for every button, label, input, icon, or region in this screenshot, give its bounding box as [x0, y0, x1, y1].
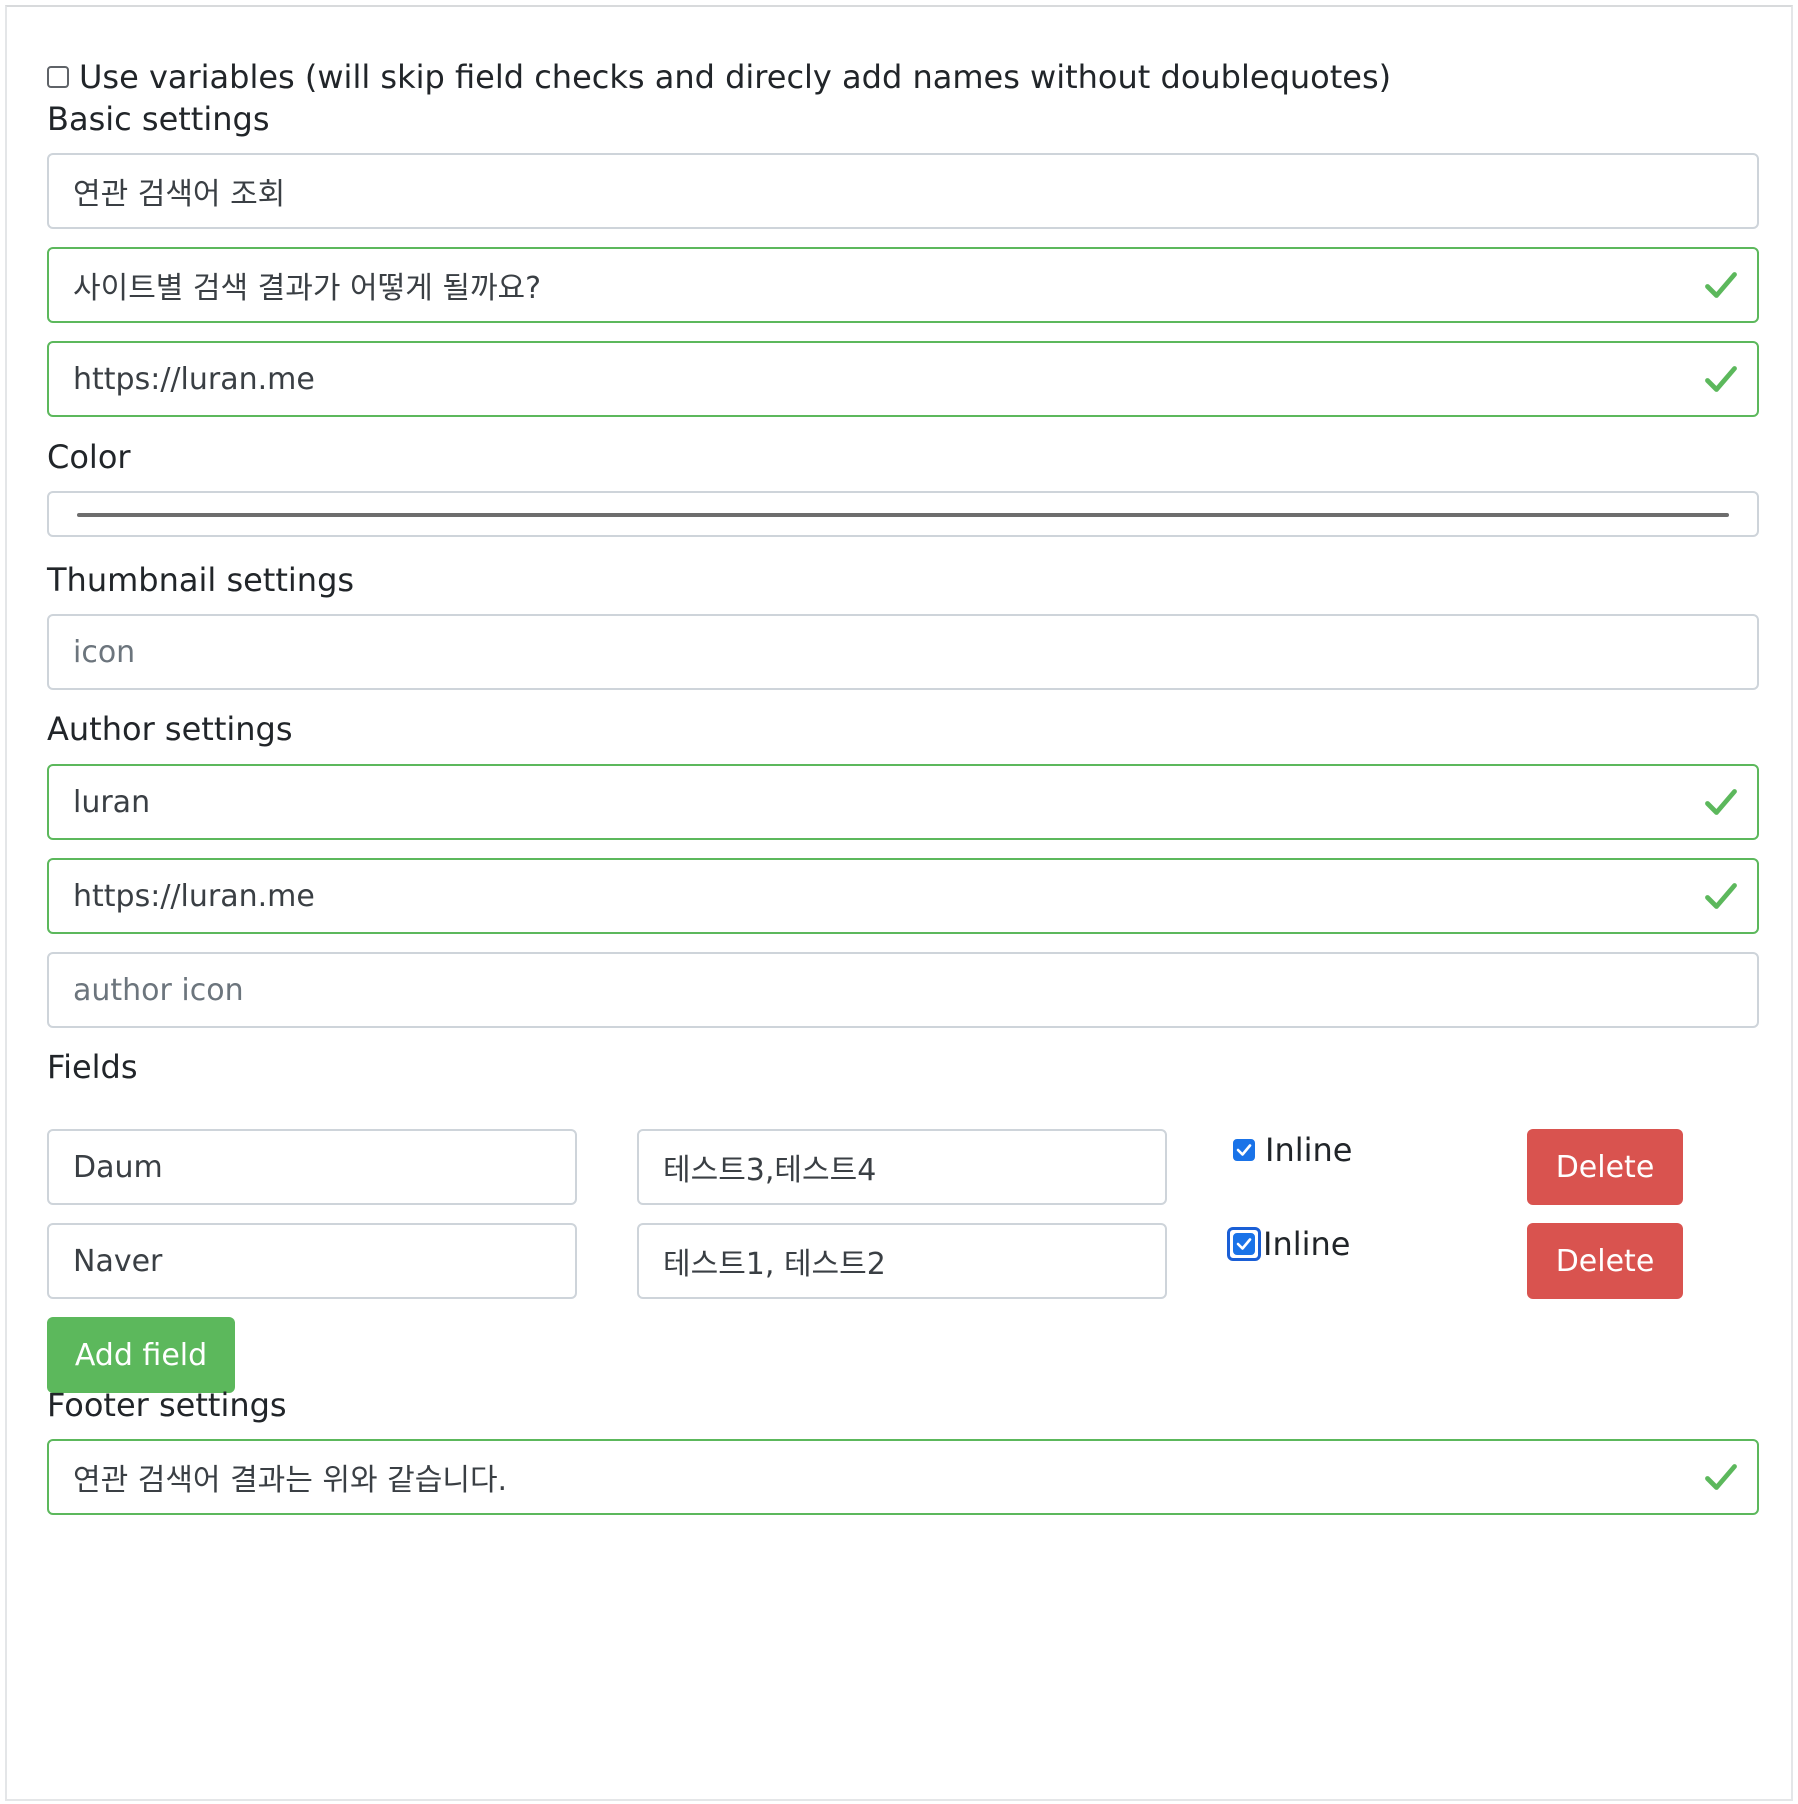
description-value: 사이트별 검색 결과가 어떻게 될까요? [73, 271, 542, 306]
field-name-value: Naver [73, 1243, 163, 1279]
valid-check-icon [1705, 883, 1737, 909]
color-heading: Color [47, 438, 131, 476]
field-inline-toggle[interactable]: Inline [1233, 1130, 1352, 1170]
field-name-input[interactable]: Daum [47, 1129, 577, 1205]
valid-check-icon [1705, 366, 1737, 392]
checkmark-icon [1236, 1238, 1252, 1250]
author-settings-heading: Author settings [47, 710, 293, 748]
author-icon-placeholder: author icon [73, 972, 244, 1008]
title-input[interactable]: 연관 검색어 조회 [47, 153, 1759, 229]
valid-check-icon [1705, 789, 1737, 815]
inline-label: Inline [1265, 1131, 1353, 1169]
field-name-input[interactable]: Naver [47, 1223, 577, 1299]
field-value-value: 테스트1, 테스트2 [663, 1247, 886, 1282]
thumbnail-settings-heading: Thumbnail settings [47, 561, 355, 599]
field-value-value: 테스트3,테스트4 [663, 1153, 877, 1188]
footer-settings-heading: Footer settings [47, 1386, 287, 1424]
basic-settings-heading: Basic settings [47, 100, 270, 138]
author-url-input[interactable]: https://luran.me [47, 858, 1759, 934]
footer-text-value: 연관 검색어 결과는 위와 같습니다. [73, 1463, 508, 1498]
author-url-value: https://luran.me [73, 878, 315, 914]
inline-checkbox-focus-ring[interactable] [1227, 1227, 1261, 1261]
checkmark-icon [1236, 1144, 1252, 1156]
field-inline-toggle[interactable]: Inline [1227, 1224, 1350, 1264]
fields-heading: Fields [47, 1048, 138, 1086]
valid-check-icon [1705, 1464, 1737, 1490]
inline-label: Inline [1263, 1225, 1351, 1263]
url-input[interactable]: https://luran.me [47, 341, 1759, 417]
author-name-value: luran [73, 784, 151, 820]
author-name-input[interactable]: luran [47, 764, 1759, 840]
field-value-input[interactable]: 테스트1, 테스트2 [637, 1223, 1167, 1299]
delete-field-button[interactable]: Delete [1527, 1129, 1683, 1205]
field-value-input[interactable]: 테스트3,테스트4 [637, 1129, 1167, 1205]
use-variables-checkbox[interactable] [47, 66, 69, 88]
footer-text-input[interactable]: 연관 검색어 결과는 위와 같습니다. [47, 1439, 1759, 1515]
inline-checkbox[interactable] [1233, 1139, 1255, 1161]
delete-field-button[interactable]: Delete [1527, 1223, 1683, 1299]
inline-checkbox[interactable] [1233, 1233, 1255, 1255]
author-icon-input[interactable]: author icon [47, 952, 1759, 1028]
add-field-button[interactable]: Add field [47, 1317, 235, 1393]
embed-builder-panel: Use variables (will skip field checks an… [5, 5, 1793, 1801]
url-value: https://luran.me [73, 361, 315, 397]
field-name-value: Daum [73, 1149, 163, 1185]
use-variables-label: Use variables (will skip field checks an… [79, 58, 1392, 96]
description-input[interactable]: 사이트별 검색 결과가 어떻게 될까요? [47, 247, 1759, 323]
thumbnail-icon-input[interactable]: icon [47, 614, 1759, 690]
valid-check-icon [1705, 272, 1737, 298]
color-swatch [77, 513, 1729, 517]
use-variables-row[interactable]: Use variables (will skip field checks an… [47, 57, 1391, 97]
thumbnail-icon-placeholder: icon [73, 634, 136, 670]
title-value: 연관 검색어 조회 [73, 177, 286, 212]
color-picker[interactable] [47, 491, 1759, 537]
